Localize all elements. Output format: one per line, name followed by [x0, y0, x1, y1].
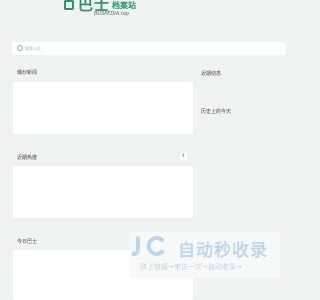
search-bar[interactable]	[12, 42, 286, 55]
recent-updates-panel	[200, 82, 280, 95]
sort-icon: ⇕	[181, 153, 186, 159]
site-logo[interactable]: 巴士 档案站 BUSPEDIA.top	[64, 0, 144, 22]
fleet-news-panel	[13, 82, 193, 134]
watermark-logo-icon	[132, 236, 164, 256]
watermark: 自动秒收录 致上链接→来访一次→自动收录→	[132, 230, 282, 280]
watermark-title: 自动秒收录	[178, 241, 268, 261]
recent-hot-panel	[13, 166, 193, 218]
page: 巴士 档案站 BUSPEDIA.top 爆炒新闻 近期动态 历史上的今天 近期热…	[0, 0, 300, 300]
section-title-today-bus: 今日巴士	[17, 239, 38, 245]
search-icon[interactable]	[17, 45, 23, 51]
logo-domain: BUSPEDIA.top	[94, 11, 130, 17]
logo-subtitle: 档案站	[112, 1, 136, 10]
watermark-subtitle: 致上链接→来访一次→自动收录→	[140, 263, 242, 271]
section-title-recent-updates: 近期动态	[201, 71, 222, 77]
section-title-recent-hot: 近期热度	[17, 155, 38, 161]
section-title-fleet-news: 爆炒新闻	[17, 70, 38, 76]
recent-hot-toggle-button[interactable]: ⇕	[180, 153, 187, 160]
search-input[interactable]	[25, 42, 275, 55]
section-title-history-today: 历史上的今天	[201, 109, 232, 115]
history-today-panel	[200, 121, 280, 129]
logo-mark-icon	[64, 0, 74, 10]
